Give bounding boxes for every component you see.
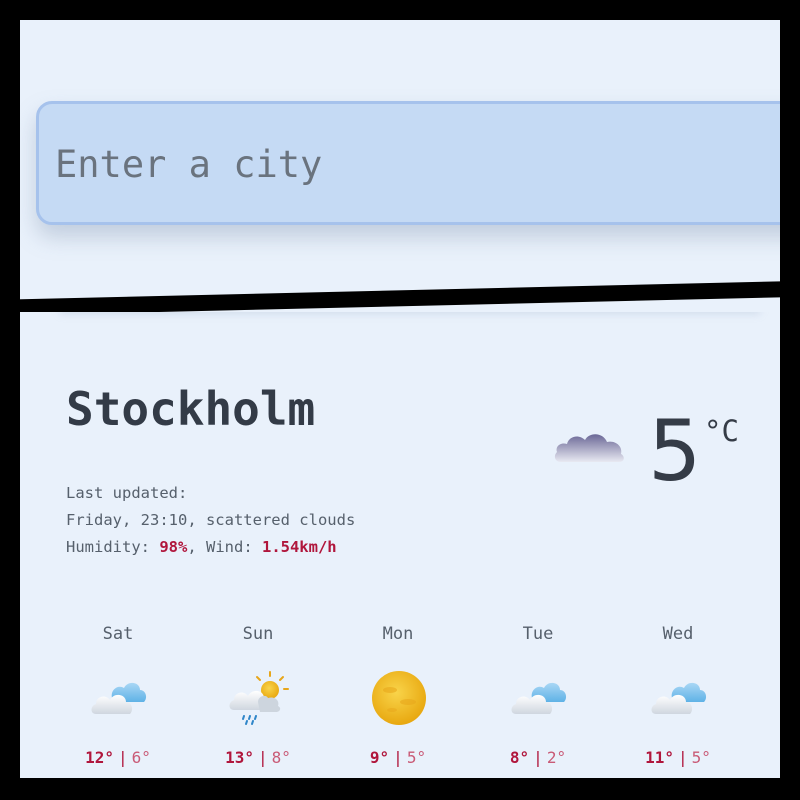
temperature-unit: °C (704, 414, 739, 448)
weather-details: Last updated: Friday, 23:10, scattered c… (66, 480, 355, 561)
forecast-low: 2° (546, 748, 567, 767)
forecast-temps: 13° | 8° (188, 748, 328, 767)
forecast-day-name: Wed (662, 624, 694, 644)
forecast-day: Sun 13° | 8° (188, 616, 328, 767)
forecast-day: Sat 12° | 6° (48, 616, 188, 767)
forecast-high: 12° (85, 748, 114, 767)
last-updated-label: Last updated: (66, 484, 188, 502)
current-temperature: 5 (648, 402, 702, 500)
city-name: Stockholm (66, 382, 316, 436)
temp-separator: | (393, 748, 403, 767)
humidity-value: 98% (159, 538, 188, 556)
forecast-low: 6° (131, 748, 151, 767)
forecast-temps: 8° | 2° (468, 748, 608, 767)
forecast-temps: 9° | 5° (328, 748, 468, 767)
panel-shadow (60, 312, 760, 314)
humidity-wind-line: Humidity: 98%, Wind: 1.54km/h (66, 534, 355, 561)
temp-separator: | (533, 748, 543, 767)
dark-cloud-icon (554, 434, 624, 462)
forecast-high: 13° (225, 748, 254, 767)
temp-separator: | (118, 748, 128, 767)
forecast-day-name: Sun (242, 624, 274, 644)
forecast-temps: 11° | 5° (608, 748, 748, 767)
city-search-input[interactable] (55, 134, 755, 194)
cloud-icon (651, 682, 707, 714)
forecast-high: 11° (645, 748, 674, 767)
search-box[interactable] (36, 101, 780, 225)
forecast-temps: 12° | 6° (48, 748, 188, 767)
forecast-day: Tue 8° | 2° (468, 616, 608, 767)
forecast-list: Sat 12° | 6° Sun 13° | 8° Mon 9° | 5° Tu… (48, 616, 748, 767)
sun-rain-cloud-icon (229, 671, 289, 725)
forecast-day-name: Mon (382, 624, 414, 644)
humidity-label: Humidity: (66, 538, 160, 556)
forecast-low: 8° (271, 748, 291, 767)
forecast-day: Wed 11° | 5° (608, 616, 748, 767)
forecast-low: 5° (406, 748, 427, 767)
search-panel (20, 20, 780, 320)
wind-label: , Wind: (187, 538, 262, 556)
weather-panel: Stockholm Last updated: Friday, 23:10, s… (20, 312, 780, 778)
forecast-high: 9° (369, 748, 390, 767)
forecast-high: 8° (509, 748, 530, 767)
cloud-icon (511, 682, 567, 714)
wind-value: 1.54km/h (261, 538, 337, 556)
cloud-icon (91, 682, 147, 714)
forecast-low: 5° (691, 748, 711, 767)
updated-description: Friday, 23:10, scattered clouds (66, 511, 356, 529)
forecast-day-name: Sat (102, 624, 134, 644)
temp-separator: | (678, 748, 688, 767)
forecast-day: Mon 9° | 5° (328, 616, 468, 767)
forecast-day-name: Tue (522, 624, 554, 644)
sun-icon (372, 671, 426, 725)
temp-separator: | (258, 748, 268, 767)
